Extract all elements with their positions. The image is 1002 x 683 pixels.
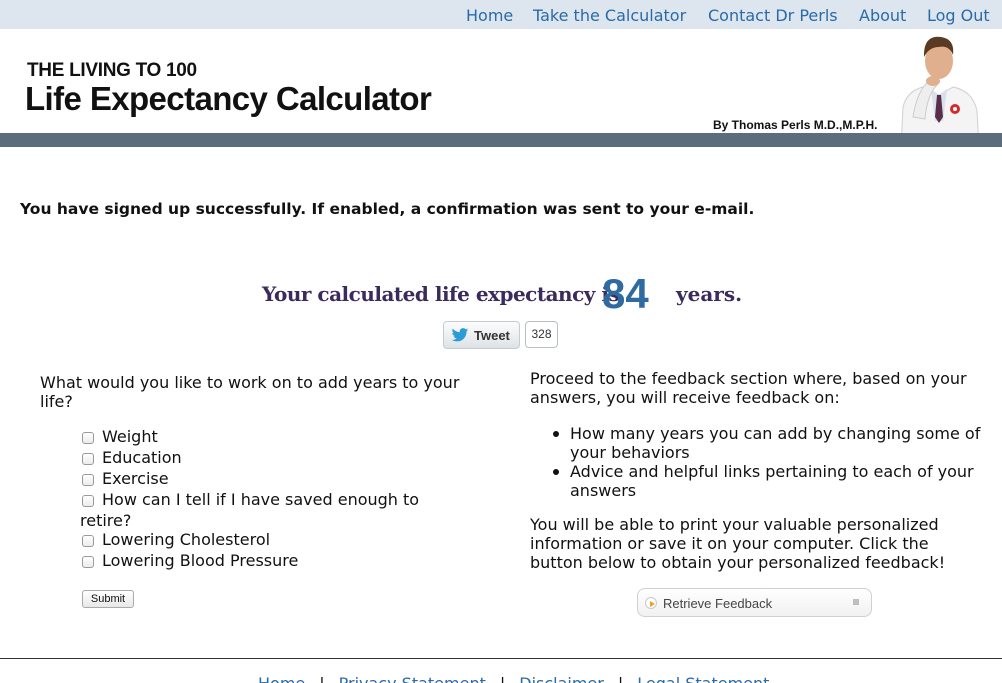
feedback-outro: You will be able to print your valuable …: [530, 515, 946, 572]
tweet-label: Tweet: [474, 328, 510, 343]
page-title: Life Expectancy Calculator: [25, 80, 432, 117]
option-blood-pressure-label: Lowering Blood Pressure: [102, 551, 299, 570]
footer-separator: |: [618, 674, 623, 683]
feedback-bullet-list: How many years you can add by changing s…: [553, 424, 983, 500]
doctor-portrait-image: [900, 36, 980, 147]
option-retirement-label-cont: retire?: [80, 511, 132, 530]
site-header: THE LIVING TO 100 Life Expectancy Calcul…: [0, 29, 1002, 147]
nav-contact-link[interactable]: Contact Dr Perls: [708, 6, 838, 25]
footer-separator: |: [319, 674, 324, 683]
retrieve-feedback-button[interactable]: Retrieve Feedback: [637, 588, 872, 617]
signup-success-message: You have signed up successfully. If enab…: [20, 200, 755, 218]
submit-button[interactable]: Submit: [82, 590, 134, 608]
checkbox-blood-pressure[interactable]: [82, 556, 94, 568]
header-divider-bar: [0, 133, 1002, 147]
footer-separator: |: [500, 674, 505, 683]
option-education-label: Education: [102, 448, 182, 467]
option-exercise-label: Exercise: [102, 469, 169, 488]
checkbox-cholesterol[interactable]: [82, 535, 94, 547]
tweet-count-badge: 328: [525, 321, 558, 348]
nav-about-link[interactable]: About: [859, 6, 906, 25]
footer-home-link[interactable]: Home: [258, 674, 305, 683]
nav-home-link[interactable]: Home: [466, 6, 513, 25]
play-icon: [645, 597, 657, 609]
footer-privacy-link[interactable]: Privacy Statement: [339, 674, 486, 683]
feedback-intro: Proceed to the feedback section where, b…: [530, 369, 967, 407]
nav-take-calculator-link[interactable]: Take the Calculator: [533, 6, 686, 25]
result-suffix: years.: [676, 282, 743, 306]
improvement-question: What would you like to work on to add ye…: [40, 373, 460, 411]
list-item: Advice and helpful links pertaining to e…: [553, 462, 983, 500]
twitter-bird-icon: [451, 328, 469, 342]
top-nav: Home Take the Calculator Contact Dr Perl…: [0, 0, 1002, 29]
grip-icon: [853, 599, 859, 605]
list-item: How many years you can add by changing s…: [553, 424, 983, 462]
nav-logout-link[interactable]: Log Out: [927, 6, 990, 25]
life-expectancy-value: 84: [602, 270, 649, 317]
footer-divider: [0, 658, 1002, 659]
tweet-button[interactable]: Tweet: [443, 321, 520, 349]
retrieve-feedback-label: Retrieve Feedback: [663, 596, 773, 611]
option-retirement-label: How can I tell if I have saved enough to: [102, 490, 420, 509]
footer-disclaimer-link[interactable]: Disclaimer: [519, 674, 604, 683]
checkbox-education[interactable]: [82, 453, 94, 465]
result-prefix: Your calculated life expectancy is: [262, 282, 620, 306]
option-cholesterol-label: Lowering Cholesterol: [102, 530, 271, 549]
footer-legal-link[interactable]: Legal Statement: [637, 674, 769, 683]
checkbox-exercise[interactable]: [82, 474, 94, 486]
checkbox-retirement[interactable]: [82, 495, 94, 507]
footer-nav: Home | Privacy Statement | Disclaimer | Legal …: [258, 674, 769, 683]
checkbox-weight[interactable]: [82, 432, 94, 444]
header-kicker: THE LIVING TO 100: [27, 60, 197, 81]
life-expectancy-result: Your calculated life expectancy is 84 ye…: [262, 270, 762, 320]
option-weight-label: Weight: [102, 427, 158, 446]
author-byline: By Thomas Perls M.D.,M.P.H.: [713, 118, 878, 132]
